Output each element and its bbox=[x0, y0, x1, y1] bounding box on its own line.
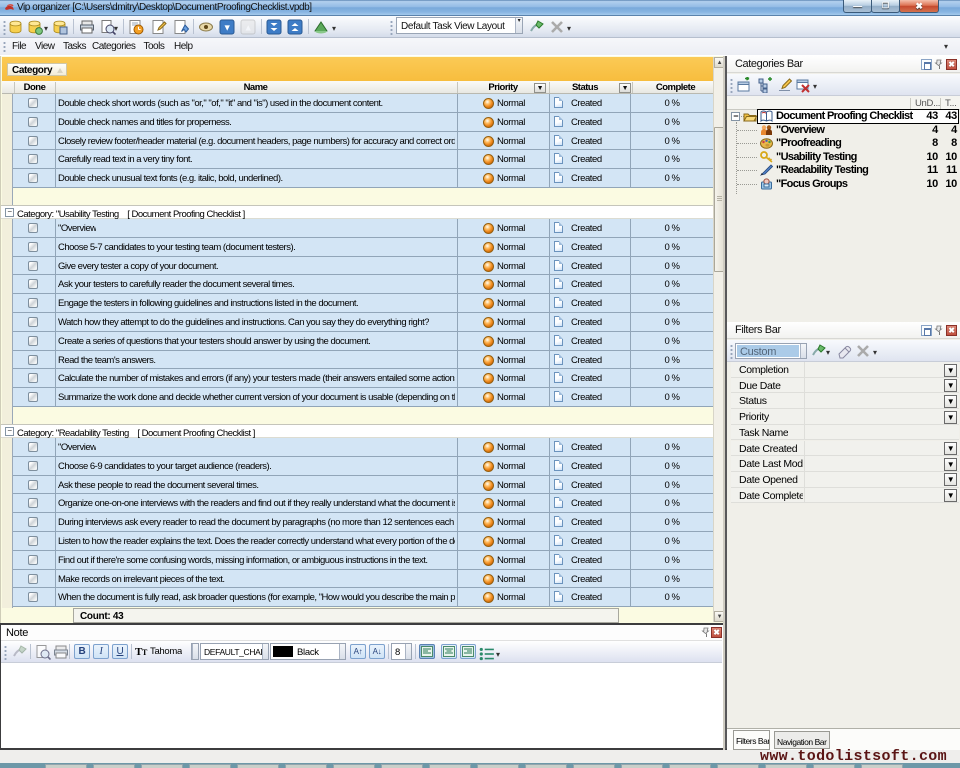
svg-text:▼: ▼ bbox=[223, 23, 232, 33]
svg-text:▲: ▲ bbox=[244, 23, 253, 33]
